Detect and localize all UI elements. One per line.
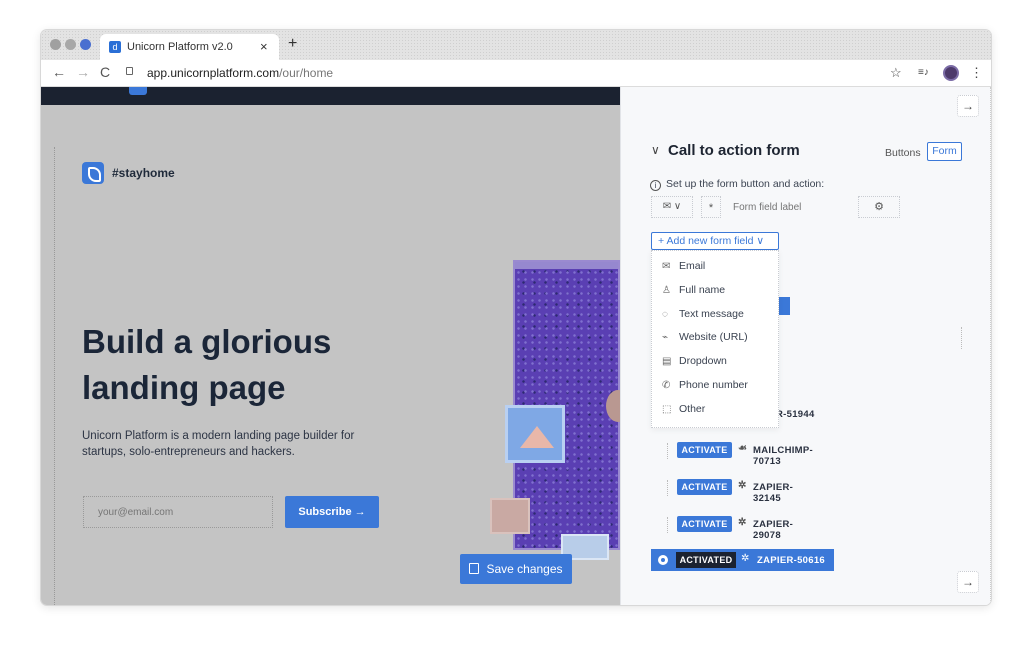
dropdown-item-label: Text message (679, 308, 744, 320)
gear-icon[interactable]: ⚙ (858, 196, 900, 218)
form-hint-text: Set up the form button and action: (666, 178, 825, 190)
tab-buttons[interactable]: Buttons (885, 147, 921, 159)
dropdown-item-website[interactable]: ⌁ Website (URL) (652, 326, 780, 349)
email-input[interactable] (83, 496, 273, 528)
panel-edge (990, 87, 991, 605)
dropdown-item-other[interactable]: ⬚ Other (652, 398, 780, 421)
header-logo-icon (129, 87, 147, 95)
zapier-icon: ✲ (738, 517, 747, 528)
form-hint: i Set up the form button and action: (650, 178, 824, 191)
minimize-window-button[interactable] (65, 39, 76, 50)
info-icon: i (650, 180, 661, 191)
drag-handle[interactable] (667, 480, 675, 496)
reload-icon[interactable]: C (100, 64, 110, 80)
integration-name: ZAPIER-29078 (753, 519, 794, 541)
activate-button[interactable]: ACTIVATE (677, 442, 732, 458)
hero-title[interactable]: Build a glorious landing page (82, 319, 412, 411)
new-tab-button[interactable]: + (288, 35, 297, 53)
add-form-field-button[interactable]: + Add new form field ∨ (651, 232, 779, 250)
profile-avatar[interactable] (943, 65, 959, 81)
bookmark-star-icon[interactable]: ☆ (890, 65, 902, 81)
maximize-window-button[interactable] (80, 39, 91, 50)
address-bar: ← → C app.unicornplatform.com/our/home ☆… (41, 60, 991, 87)
dropdown-item-label: Website (URL) (679, 331, 748, 343)
phone-icon: ✆ (662, 380, 671, 391)
form-field-label-input[interactable] (727, 196, 857, 218)
active-integration-row[interactable]: ACTIVATED ✲ ZAPIER-50616 (651, 549, 834, 571)
dropdown-item-label: Email (679, 260, 706, 272)
tab-form[interactable]: Form (927, 142, 962, 161)
arrow-right-icon[interactable]: → (957, 95, 979, 117)
chevron-down-icon[interactable]: ∨ (651, 143, 660, 157)
activated-badge: ACTIVATED (676, 552, 736, 568)
dropdown-item-phone[interactable]: ✆ Phone number (652, 374, 780, 397)
link-icon: ⌁ (662, 332, 669, 343)
integration-name: ZAPIER-50616 (757, 555, 826, 566)
brand-name[interactable]: #stayhome (112, 166, 175, 180)
dropdown-item-full-name[interactable]: ♙ Full name (652, 279, 780, 302)
header-band (41, 87, 620, 105)
url-domain: app.unicornplatform.com (147, 66, 280, 80)
page-area: #stayhome Build a glorious landing page … (41, 87, 991, 605)
obscured-button (779, 297, 790, 315)
illustration-window-bar (515, 262, 618, 269)
activate-button[interactable]: ACTIVATE (677, 479, 732, 495)
close-window-button[interactable] (50, 39, 61, 50)
save-icon (469, 563, 480, 574)
dropdown-item-label: Dropdown (679, 355, 727, 367)
tab-title: Unicorn Platform v2.0 (127, 41, 233, 53)
section-guide (54, 147, 55, 605)
dropdown-item-dropdown[interactable]: ▤ Dropdown (652, 350, 780, 373)
field-type-select[interactable]: ✉ ∨ (651, 196, 693, 218)
browser-tab[interactable]: d Unicorn Platform v2.0 × (100, 34, 279, 60)
image-placeholder-icon (505, 405, 565, 463)
frame-icon: ⬚ (662, 404, 672, 415)
hero-subtitle[interactable]: Unicorn Platform is a modern landing pag… (82, 428, 382, 460)
integration-name: MAILCHIMP-70713 (753, 445, 813, 467)
list-icon: ▤ (662, 356, 672, 367)
favicon-icon: d (109, 41, 121, 53)
mailchimp-icon: ☙ (738, 443, 747, 454)
dropdown-item-text-message[interactable]: ◌ Text message (652, 303, 780, 326)
drag-handle[interactable] (667, 443, 675, 459)
save-changes-button[interactable]: Save changes (460, 554, 572, 584)
arrow-right-icon[interactable]: → (957, 571, 979, 593)
activate-button[interactable]: ACTIVATE (677, 516, 732, 532)
zapier-icon: ✲ (738, 480, 747, 491)
email-icon: ✉ (662, 261, 671, 272)
subscribe-button[interactable]: Subscribe → (285, 496, 379, 528)
dropdown-item-email[interactable]: ✉ Email (652, 255, 780, 278)
tab-bar: d Unicorn Platform v2.0 × + (41, 30, 991, 60)
drag-handle[interactable] (961, 327, 962, 349)
section-title: Call to action form (668, 142, 800, 159)
drag-handle[interactable] (667, 517, 675, 533)
brand-logo-icon[interactable] (82, 162, 104, 184)
back-arrow-icon[interactable]: ← (52, 64, 66, 80)
radio-selected-icon[interactable] (658, 555, 668, 565)
tab-close-icon[interactable]: × (260, 39, 268, 54)
url-field[interactable]: app.unicornplatform.com/our/home (147, 66, 333, 80)
dropdown-item-label: Other (679, 403, 706, 415)
message-icon: ◌ (662, 309, 668, 320)
zapier-icon: ✲ (741, 553, 750, 564)
url-path: /our/home (279, 66, 334, 80)
integration-name: R-51944 (776, 409, 815, 420)
browser-menu-icon[interactable]: ⋮ (970, 65, 983, 81)
lock-icon (126, 67, 133, 75)
browser-window: d Unicorn Platform v2.0 × + ← → C app.un… (41, 30, 991, 605)
save-changes-label: Save changes (486, 562, 563, 576)
integration-name: ZAPIER-32145 (753, 482, 794, 504)
person-icon: ♙ (662, 285, 671, 296)
dropdown-item-label: Full name (679, 284, 726, 296)
field-type-dropdown: ✉ Email ♙ Full name ◌ Text message ⌁ Website… (651, 250, 779, 428)
reading-list-icon[interactable]: ≡♪ (918, 67, 929, 78)
field-required-toggle[interactable]: * (701, 196, 721, 218)
dropdown-item-label: Phone number (679, 379, 748, 391)
editor-canvas: #stayhome Build a glorious landing page … (41, 87, 620, 605)
forward-arrow-icon[interactable]: → (76, 64, 90, 80)
settings-panel: → ∨ Call to action form Buttons Form i Se… (620, 87, 991, 605)
image-placeholder-icon (490, 498, 530, 534)
